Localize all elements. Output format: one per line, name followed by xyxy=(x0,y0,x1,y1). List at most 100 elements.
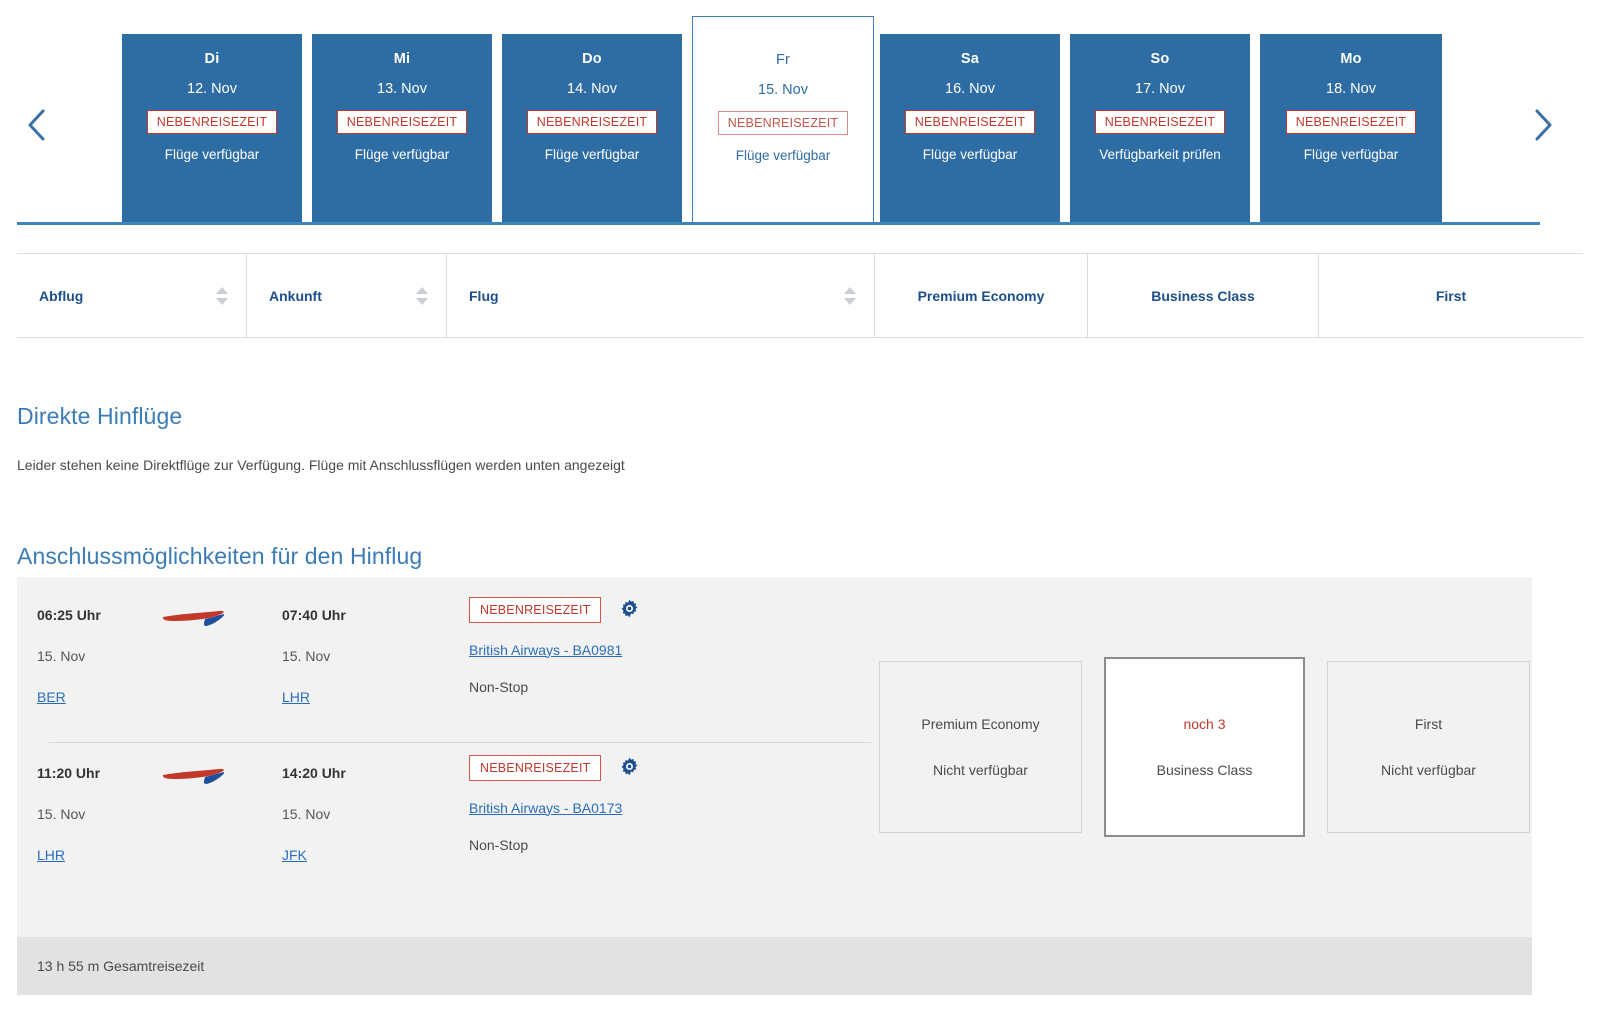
column-header-label: First xyxy=(1435,287,1467,304)
itinerary-body: 06:25 Uhr 15. Nov BER 07:40 Uhr 15. Nov … xyxy=(17,577,1532,937)
departure-airport[interactable]: LHR xyxy=(37,847,65,863)
connections-heading: Anschlussmöglichkeiten für den Hinflug xyxy=(17,543,423,570)
flight-number-link[interactable]: British Airways - BA0173 xyxy=(469,800,869,816)
date-tile-availability: Flüge verfügbar xyxy=(354,146,450,162)
date-tile-weekday: Mo xyxy=(1340,51,1362,67)
date-strip-underline xyxy=(17,222,1540,225)
arrival-airport[interactable]: LHR xyxy=(282,689,310,705)
date-tile-date: 17. Nov xyxy=(1135,80,1185,97)
departure-airport[interactable]: BER xyxy=(37,689,66,705)
sort-ascending-icon xyxy=(416,286,428,294)
date-tile-availability: Flüge verfügbar xyxy=(922,146,1018,162)
sort-descending-icon xyxy=(416,297,428,305)
offpeak-badge: NEBENREISEZEIT xyxy=(469,597,602,623)
date-tile-availability: Flüge verfügbar xyxy=(1303,146,1399,162)
date-tile-availability: Verfügbarkeit prüfen xyxy=(1099,146,1221,162)
date-tile-do-14-nov[interactable]: Do 14. Nov NEBENREISEZEIT Flüge verfügba… xyxy=(502,34,684,222)
arrival-airport[interactable]: JFK xyxy=(282,847,307,863)
date-tile-date: 13. Nov xyxy=(377,80,427,97)
arrival-date: 15. Nov xyxy=(282,806,331,822)
fare-option-status: Nicht verfügbar xyxy=(1381,762,1476,778)
column-header-premium-economy: Premium Economy xyxy=(875,254,1088,337)
chevron-right-icon xyxy=(1535,109,1552,141)
itinerary-footer: 13 h 55 m Gesamtreisezeit xyxy=(17,937,1532,995)
offpeak-badge: NEBENREISEZEIT xyxy=(904,110,1036,134)
date-tile-sa-16-nov[interactable]: Sa 16. Nov NEBENREISEZEIT Flüge verfügba… xyxy=(880,34,1062,222)
fare-option-business-class-selected[interactable]: noch 3 Business Class xyxy=(1104,657,1305,837)
british-airways-speedmarque-icon xyxy=(161,763,233,789)
column-header-label: Business Class xyxy=(1151,287,1255,304)
flight-number-link[interactable]: British Airways - BA0981 xyxy=(469,642,869,658)
date-tile-so-17-nov[interactable]: So 17. Nov NEBENREISEZEIT Verfügbarkeit … xyxy=(1070,34,1252,222)
british-airways-speedmarque-icon xyxy=(161,605,233,631)
date-tile-date: 15. Nov xyxy=(758,81,808,98)
column-header-ankunft[interactable]: Ankunft xyxy=(247,254,447,337)
date-tile-availability: Flüge verfügbar xyxy=(544,146,640,162)
no-direct-flights-message: Leider stehen keine Direktflüge zur Verf… xyxy=(17,457,625,473)
departure-time: 11:20 Uhr xyxy=(37,765,101,781)
next-dates-button[interactable] xyxy=(1523,105,1563,145)
date-tile-weekday: Sa xyxy=(960,51,980,67)
column-header-first: First xyxy=(1319,254,1583,337)
sort-ascending-icon xyxy=(216,286,228,294)
segment-flight-info: NEBENREISEZEIT British Airways - BA0173 … xyxy=(469,755,869,853)
segment-divider xyxy=(49,742,871,743)
date-tile-mo-18-nov[interactable]: Mo 18. Nov NEBENREISEZEIT Flüge verfügba… xyxy=(1260,34,1442,222)
sort-toggle-ankunft[interactable] xyxy=(416,286,428,305)
column-header-abflug[interactable]: Abflug xyxy=(17,254,247,337)
date-tile-weekday: Di xyxy=(204,51,220,67)
offpeak-badge: NEBENREISEZEIT xyxy=(336,110,468,134)
segment-flight-info: NEBENREISEZEIT British Airways - BA0981 … xyxy=(469,597,869,695)
chevron-left-icon xyxy=(28,109,45,141)
date-tile-date: 12. Nov xyxy=(187,80,237,97)
previous-dates-button[interactable] xyxy=(17,105,57,145)
offpeak-badge: NEBENREISEZEIT xyxy=(717,111,849,135)
date-tile-availability: Flüge verfügbar xyxy=(164,146,260,162)
flight-segment-row: 11:20 Uhr 15. Nov LHR 14:20 Uhr 15. Nov … xyxy=(17,755,877,905)
column-header-flug[interactable]: Flug xyxy=(447,254,875,337)
flight-stops: Non-Stop xyxy=(469,678,529,695)
fare-option-title: Premium Economy xyxy=(921,716,1040,732)
itinerary-card[interactable]: 06:25 Uhr 15. Nov BER 07:40 Uhr 15. Nov … xyxy=(17,577,1532,995)
offpeak-badge: NEBENREISEZEIT xyxy=(1285,110,1417,134)
sort-ascending-icon xyxy=(844,286,856,294)
flight-segment-row: 06:25 Uhr 15. Nov BER 07:40 Uhr 15. Nov … xyxy=(17,597,877,747)
fare-option-title: First xyxy=(1414,716,1443,732)
fare-option-first[interactable]: First Nicht verfügbar xyxy=(1327,661,1530,833)
sort-toggle-flug[interactable] xyxy=(844,286,856,305)
date-tile-weekday: Mi xyxy=(393,51,411,67)
flight-details-gear-icon[interactable] xyxy=(620,599,639,623)
date-tile-di-12-nov[interactable]: Di 12. Nov NEBENREISEZEIT Flüge verfügba… xyxy=(122,34,304,222)
date-tile-date: 18. Nov xyxy=(1326,80,1376,97)
flight-details-gear-icon[interactable] xyxy=(620,757,639,781)
arrival-time: 14:20 Uhr xyxy=(282,765,346,781)
date-tile-mi-13-nov[interactable]: Mi 13. Nov NEBENREISEZEIT Flüge verfügba… xyxy=(312,34,494,222)
date-tile-date: 14. Nov xyxy=(567,80,617,97)
direct-flights-heading: Direkte Hinflüge xyxy=(17,403,183,430)
fare-option-title: Business Class xyxy=(1156,762,1253,778)
column-header-business-class: Business Class xyxy=(1088,254,1319,337)
fare-option-seats-remaining: noch 3 xyxy=(1183,716,1226,732)
flight-stops: Non-Stop xyxy=(469,836,529,853)
date-selector-strip: Di 12. Nov NEBENREISEZEIT Flüge verfügba… xyxy=(0,0,1600,232)
column-header-label: Abflug xyxy=(39,287,84,304)
sort-descending-icon xyxy=(844,297,856,305)
arrival-date: 15. Nov xyxy=(282,648,331,664)
sort-descending-icon xyxy=(216,297,228,305)
departure-time: 06:25 Uhr xyxy=(37,607,101,623)
date-tile-weekday: Do xyxy=(582,51,602,67)
total-travel-time: 13 h 55 m Gesamtreisezeit xyxy=(37,958,205,974)
sort-toggle-abflug[interactable] xyxy=(216,286,228,305)
arrival-time: 07:40 Uhr xyxy=(282,607,346,623)
departure-date: 15. Nov xyxy=(37,806,86,822)
date-tile-fr-15-nov-selected[interactable]: Fr 15. Nov NEBENREISEZEIT Flüge verfügba… xyxy=(692,16,874,222)
offpeak-badge: NEBENREISEZEIT xyxy=(469,755,602,781)
fare-option-status: Nicht verfügbar xyxy=(933,762,1028,778)
fare-option-premium-economy[interactable]: Premium Economy Nicht verfügbar xyxy=(879,661,1082,833)
offpeak-badge: NEBENREISEZEIT xyxy=(1094,110,1226,134)
date-tile-weekday: So xyxy=(1150,51,1170,67)
offpeak-badge: NEBENREISEZEIT xyxy=(146,110,278,134)
fare-options: Premium Economy Nicht verfügbar noch 3 B… xyxy=(879,657,1532,849)
results-column-header: Abflug Ankunft Flug Premium Economy Busi… xyxy=(17,253,1583,338)
date-tile-date: 16. Nov xyxy=(945,80,995,97)
